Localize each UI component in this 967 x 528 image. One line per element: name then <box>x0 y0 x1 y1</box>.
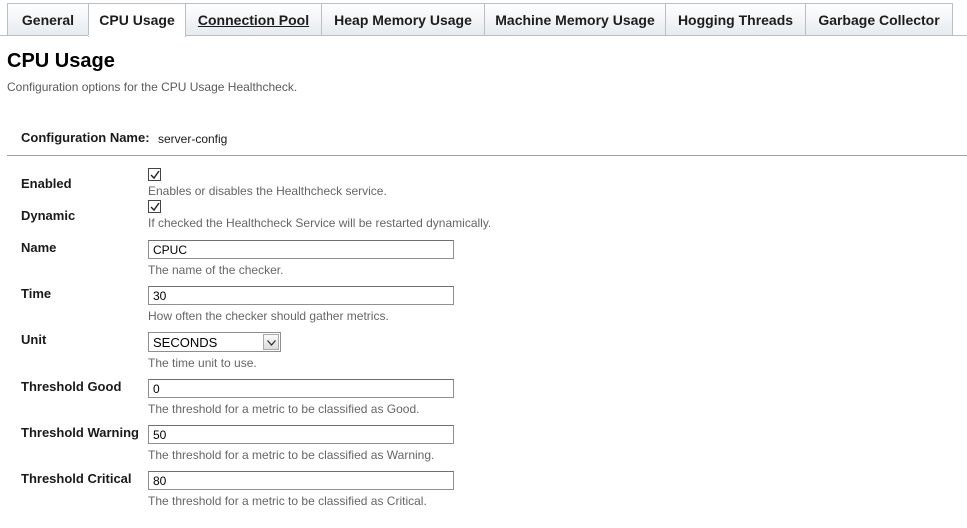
page-description: Configuration options for the CPU Usage … <box>7 80 298 94</box>
configuration-name-label: Configuration Name: <box>21 130 150 145</box>
tab-general[interactable]: General <box>7 3 89 36</box>
tab-label: Connection Pool <box>197 12 310 28</box>
unit-help: The time unit to use. <box>148 356 257 370</box>
threshold-good-input[interactable] <box>148 379 454 398</box>
unit-select[interactable]: SECONDS <box>148 332 281 352</box>
dynamic-help: If checked the Healthcheck Service will … <box>148 216 492 230</box>
page-title: CPU Usage <box>7 50 115 72</box>
threshold-critical-label: Threshold Critical <box>21 471 132 486</box>
checkmark-icon <box>150 202 160 212</box>
threshold-good-label: Threshold Good <box>21 379 122 394</box>
dropdown-button[interactable] <box>263 334 279 350</box>
checkmark-icon <box>150 170 160 180</box>
dynamic-checkbox[interactable] <box>148 200 161 213</box>
tab-hogging-threads[interactable]: Hogging Threads <box>665 3 806 36</box>
dynamic-label: Dynamic <box>21 208 76 223</box>
tab-machine-memory-usage[interactable]: Machine Memory Usage <box>484 3 666 36</box>
tab-label: CPU Usage <box>99 12 175 28</box>
threshold-warning-help: The threshold for a metric to be classif… <box>148 448 435 462</box>
unit-label: Unit <box>21 332 47 347</box>
tab-garbage-collector[interactable]: Garbage Collector <box>805 3 953 36</box>
unit-selected-value: SECONDS <box>153 335 218 350</box>
threshold-critical-help: The threshold for a metric to be classif… <box>148 494 427 508</box>
tab-cpu-usage[interactable]: CPU Usage <box>88 3 186 37</box>
name-input[interactable] <box>148 240 454 259</box>
enabled-checkbox[interactable] <box>148 168 161 181</box>
tab-label: Machine Memory Usage <box>495 12 655 28</box>
time-help: How often the checker should gather metr… <box>148 309 389 323</box>
tab-label: Garbage Collector <box>818 12 940 28</box>
section-separator <box>7 155 967 156</box>
threshold-warning-label: Threshold Warning <box>21 425 139 440</box>
configuration-name-value: server-config <box>158 132 228 146</box>
tab-label: Hogging Threads <box>677 12 794 28</box>
name-label: Name <box>21 240 57 255</box>
time-input[interactable] <box>148 286 454 305</box>
name-help: The name of the checker. <box>148 263 284 277</box>
enabled-help: Enables or disables the Healthcheck serv… <box>148 184 387 198</box>
threshold-warning-input[interactable] <box>148 425 454 444</box>
tab-label: General <box>21 12 75 28</box>
chevron-down-icon <box>267 340 276 346</box>
tab-connection-pool[interactable]: Connection Pool <box>185 3 322 36</box>
tab-heap-memory-usage[interactable]: Heap Memory Usage <box>321 3 485 36</box>
threshold-good-help: The threshold for a metric to be classif… <box>148 402 420 416</box>
tab-label: Heap Memory Usage <box>334 12 472 28</box>
time-label: Time <box>21 286 52 301</box>
active-tab-gap <box>88 35 185 36</box>
threshold-critical-input[interactable] <box>148 471 454 490</box>
enabled-label: Enabled <box>21 176 72 191</box>
tab-bar: General CPU Usage Connection Pool Heap M… <box>0 0 967 37</box>
